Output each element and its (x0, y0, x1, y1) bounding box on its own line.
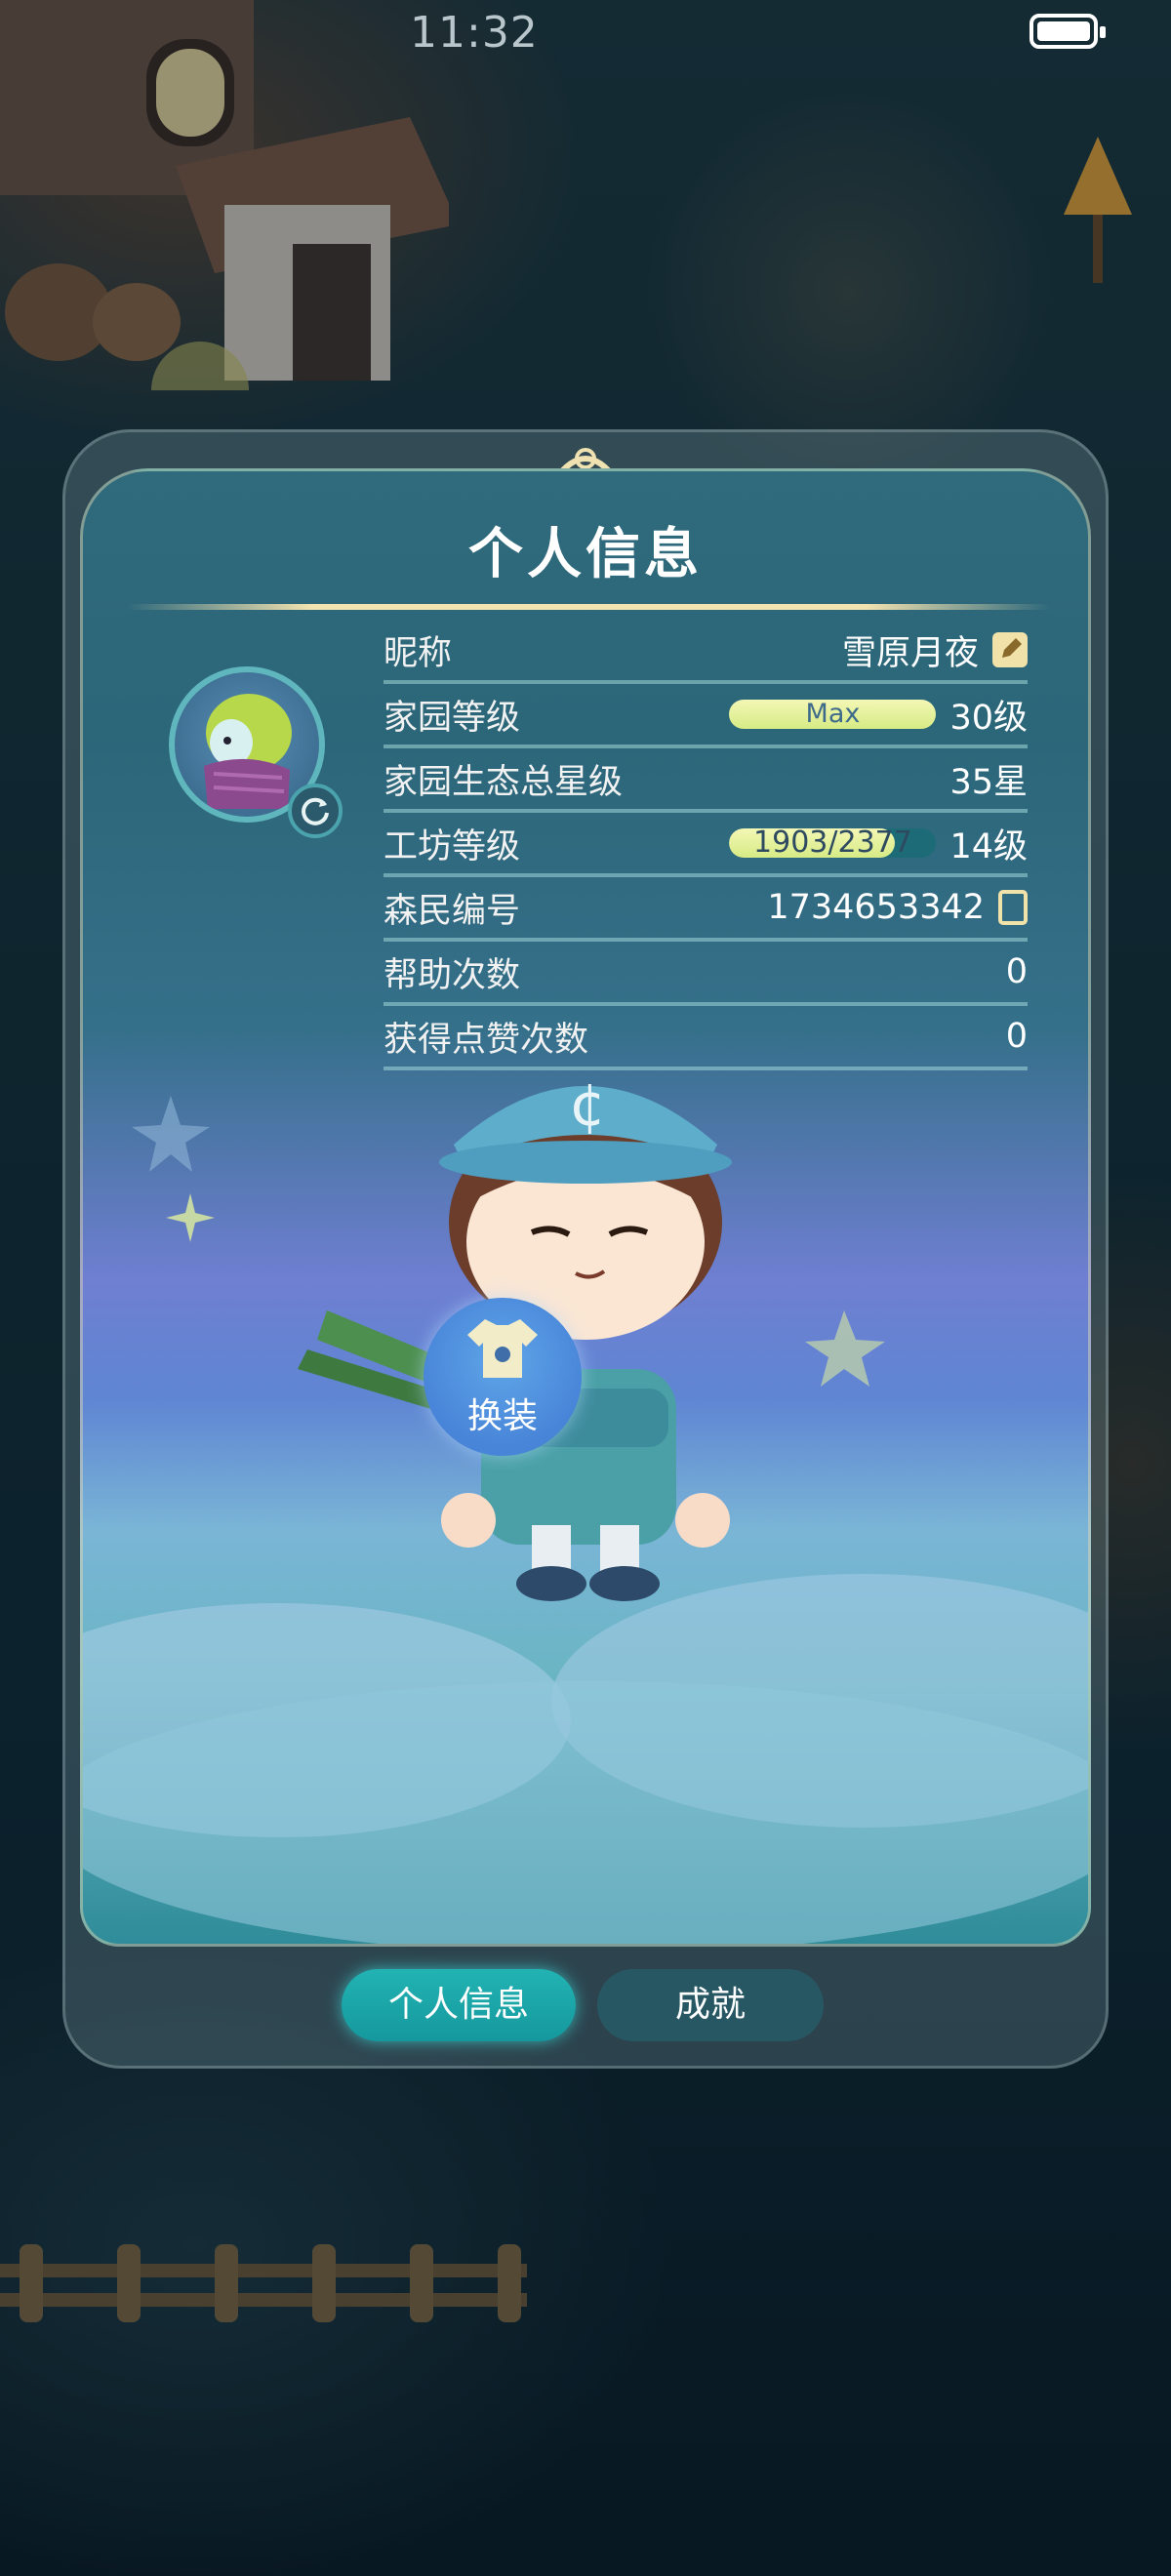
battery-icon (1030, 14, 1106, 49)
tab-achievements[interactable]: 成就 (597, 1969, 824, 2041)
title-divider (127, 604, 1050, 610)
info-list: 昵称 雪原月夜 家园等级 Max 30级 家园生态总星级 35星 工坊等级 19… (384, 620, 1028, 1070)
row-home-level: 家园等级 Max 30级 (384, 684, 1028, 748)
tab-personal-info[interactable]: 个人信息 (342, 1969, 576, 2041)
row-player-id: 森民编号 1734653342 (384, 877, 1028, 942)
character-scene: ¢ (83, 1071, 1088, 1944)
row-nickname: 昵称 雪原月夜 (384, 620, 1028, 684)
workshop-xp-bar: 1903/2377 (729, 828, 937, 858)
workshop-xp-text: 1903/2377 (753, 828, 912, 858)
shirt-icon (467, 1319, 538, 1378)
nickname-label: 昵称 (384, 633, 453, 673)
refresh-avatar-button[interactable] (288, 784, 343, 838)
home-level-bar: Max (729, 700, 937, 729)
help-count-label: 帮助次数 (384, 955, 521, 995)
workshop-level-label: 工坊等级 (384, 826, 521, 866)
outfit-label: 换装 (466, 1396, 538, 1436)
copy-icon[interactable] (998, 890, 1028, 925)
nickname-value: 雪原月夜 (841, 633, 979, 673)
svg-text:¢: ¢ (569, 1071, 606, 1140)
row-workshop-level: 工坊等级 1903/2377 14级 (384, 813, 1028, 877)
edit-icon[interactable] (992, 632, 1028, 667)
status-time: 11:32 (410, 8, 539, 58)
home-level-label: 家园等级 (384, 698, 521, 738)
row-help-count: 帮助次数 0 (384, 942, 1028, 1006)
workshop-level-value: 14级 (949, 826, 1028, 866)
eco-stars-label: 家园生态总星级 (384, 762, 624, 802)
profile-panel: 个人信息 昵称 雪原月夜 家园等级 Max 30级 家园生态总星级 35星 工坊… (80, 468, 1091, 1947)
player-id-label: 森民编号 (384, 891, 521, 931)
eco-stars-value: 35星 (949, 762, 1028, 802)
refresh-icon (302, 797, 329, 825)
panel-title: 个人信息 (468, 523, 703, 586)
home-level-value: 30级 (949, 698, 1028, 738)
row-eco-stars: 家园生态总星级 35星 (384, 748, 1028, 813)
outfit-button[interactable]: 换装 (424, 1298, 582, 1456)
help-count-value: 0 (1005, 952, 1028, 991)
player-id-value: 1734653342 (767, 888, 985, 927)
